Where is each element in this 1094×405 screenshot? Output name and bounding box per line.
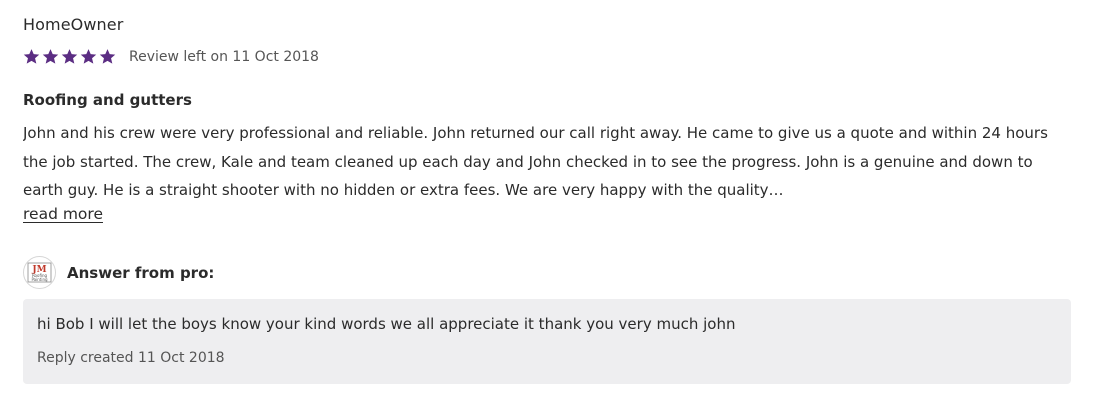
reply-text: hi Bob I will let the boys know your kin… [37, 315, 736, 333]
star-icon [42, 48, 59, 65]
read-more-link[interactable]: read more [23, 205, 103, 223]
review-title: Roofing and gutters [23, 91, 192, 109]
answer-label: Answer from pro: [67, 263, 215, 282]
pro-avatar: JM Roofing Painting [23, 256, 56, 289]
answer-header: JM Roofing Painting Answer from pro: [23, 256, 214, 289]
reply-box: hi Bob I will let the boys know your kin… [23, 299, 1071, 384]
pro-logo-subtext-2: Painting [31, 277, 48, 282]
review-body: John and his crew were very professional… [23, 124, 1048, 199]
star-icon [80, 48, 97, 65]
reviewer-name: HomeOwner [23, 15, 124, 34]
star-rating [23, 48, 116, 65]
review-date: Review left on 11 Oct 2018 [129, 48, 319, 65]
pro-logo-icon: JM Roofing Painting [27, 262, 52, 283]
star-icon [61, 48, 78, 65]
star-icon [23, 48, 40, 65]
rating-row: Review left on 11 Oct 2018 [23, 48, 319, 65]
reply-date: Reply created 11 Oct 2018 [37, 350, 225, 366]
star-icon [99, 48, 116, 65]
